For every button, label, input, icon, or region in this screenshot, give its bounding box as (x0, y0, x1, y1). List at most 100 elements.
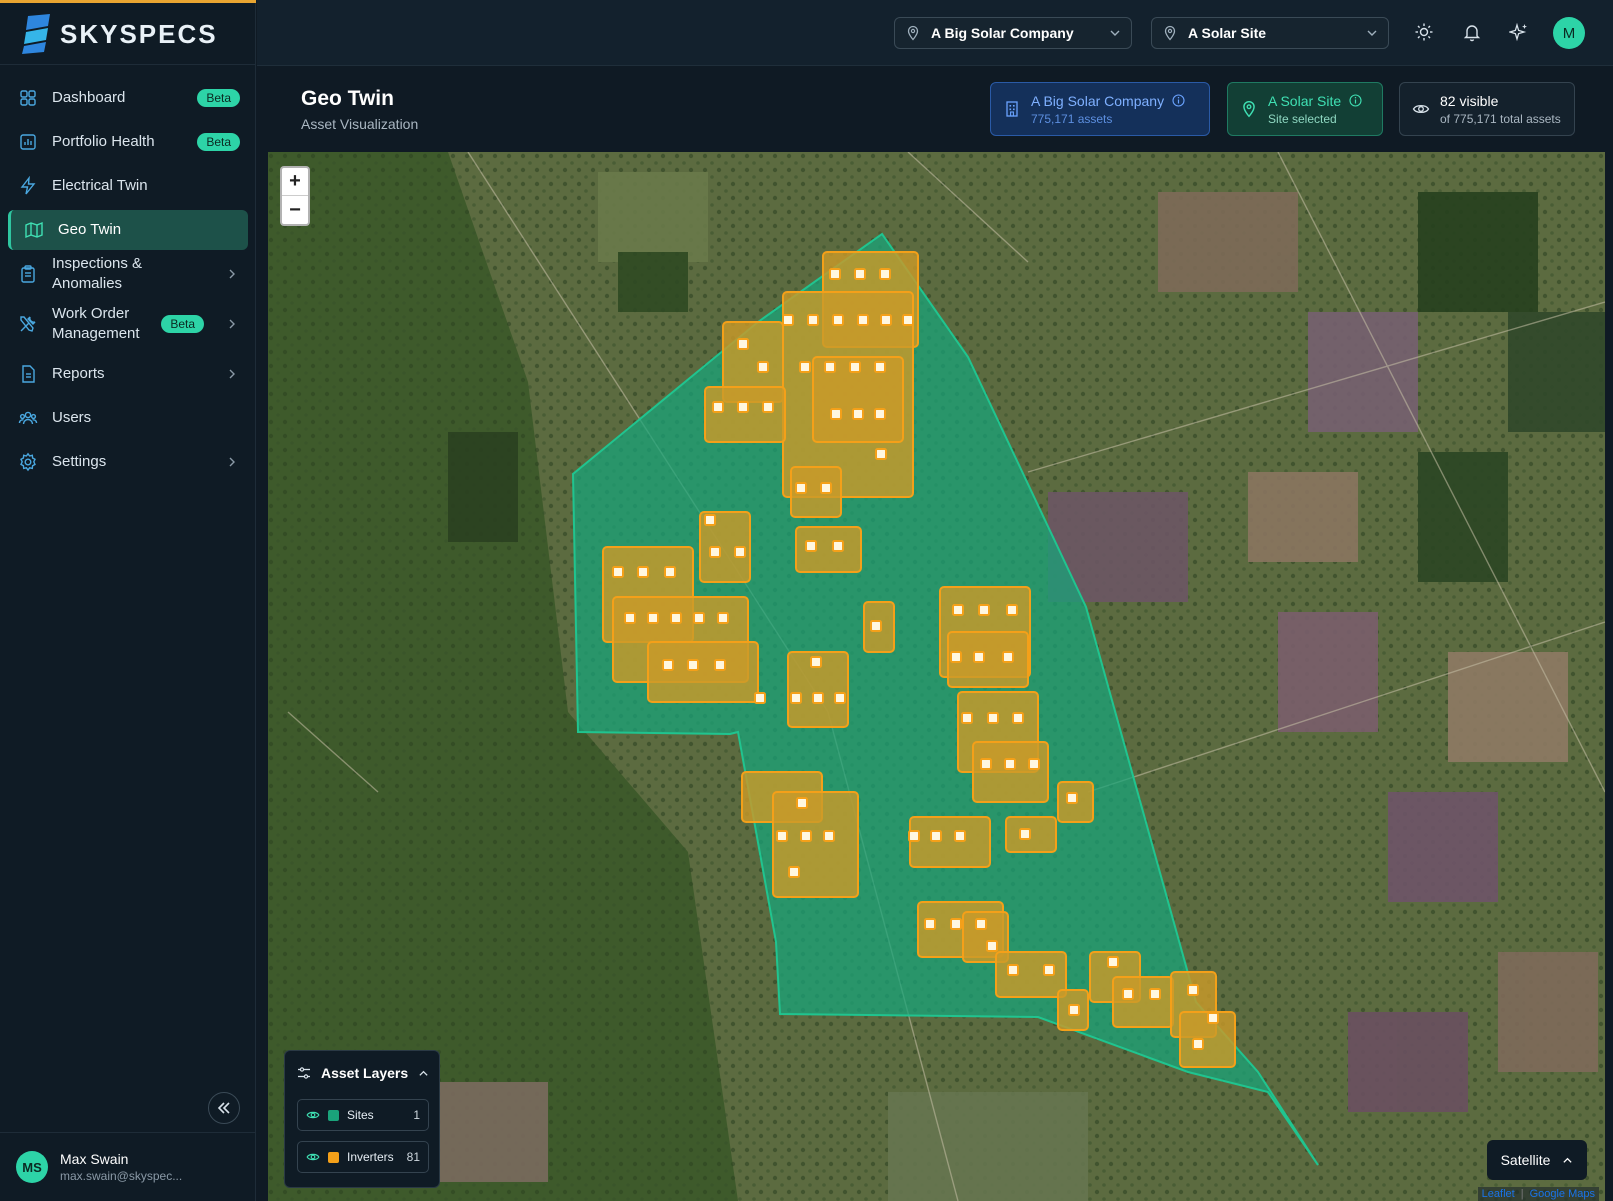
inverter-marker[interactable] (1207, 1012, 1219, 1024)
inverter-marker[interactable] (670, 612, 682, 624)
inverter-marker[interactable] (1002, 651, 1014, 663)
inverter-marker[interactable] (1012, 712, 1024, 724)
inverter-marker[interactable] (857, 314, 869, 326)
map-view[interactable]: + − Asset Layers Sites 1 Inverters 81 Sa… (268, 152, 1605, 1201)
site-select[interactable]: A Solar Site (1151, 17, 1389, 49)
inverter-marker[interactable] (870, 620, 882, 632)
zoom-out-button[interactable]: − (282, 196, 308, 224)
inverter-marker[interactable] (930, 830, 942, 842)
inverter-marker[interactable] (1192, 1038, 1204, 1050)
inverter-marker[interactable] (795, 482, 807, 494)
inverter-marker[interactable] (854, 268, 866, 280)
inverter-marker[interactable] (978, 604, 990, 616)
inverter-block[interactable] (972, 741, 1049, 803)
inverter-marker[interactable] (757, 361, 769, 373)
logo[interactable]: SKYSPECS (22, 10, 218, 58)
theme-toggle-button[interactable] (1412, 20, 1436, 44)
inverter-marker[interactable] (693, 612, 705, 624)
inverter-marker[interactable] (799, 361, 811, 373)
sidebar-item-electrical-twin[interactable]: Electrical Twin (8, 166, 248, 206)
inverter-marker[interactable] (1019, 828, 1031, 840)
inverter-marker[interactable] (879, 268, 891, 280)
inverter-marker[interactable] (830, 408, 842, 420)
inverter-marker[interactable] (712, 401, 724, 413)
inverter-marker[interactable] (834, 692, 846, 704)
inverter-marker[interactable] (737, 338, 749, 350)
company-select[interactable]: A Big Solar Company (894, 17, 1132, 49)
inverter-marker[interactable] (973, 651, 985, 663)
sidebar-item-settings[interactable]: Settings (8, 442, 248, 482)
inverter-marker[interactable] (664, 566, 676, 578)
inverter-block[interactable] (704, 386, 786, 443)
leaflet-link[interactable]: Leaflet (1482, 1188, 1515, 1200)
inverter-marker[interactable] (823, 830, 835, 842)
inverter-block[interactable] (1112, 976, 1174, 1028)
inverter-marker[interactable] (762, 401, 774, 413)
inverter-marker[interactable] (908, 830, 920, 842)
inverter-block[interactable] (772, 791, 859, 898)
inverter-marker[interactable] (637, 566, 649, 578)
account-avatar[interactable]: M (1553, 17, 1585, 49)
inverter-marker[interactable] (704, 514, 716, 526)
inverter-marker[interactable] (1006, 604, 1018, 616)
inverter-marker[interactable] (954, 830, 966, 842)
inverter-marker[interactable] (1122, 988, 1134, 1000)
inverter-marker[interactable] (950, 918, 962, 930)
inverter-marker[interactable] (687, 659, 699, 671)
company-chip[interactable]: A Big Solar Company 775,171 assets (990, 82, 1210, 136)
inverter-marker[interactable] (820, 482, 832, 494)
inverter-marker[interactable] (1007, 964, 1019, 976)
inverter-marker[interactable] (980, 758, 992, 770)
sidebar-item-portfolio-health[interactable]: Portfolio Health Beta (8, 122, 248, 162)
asset-layers-header[interactable]: Asset Layers (297, 1065, 429, 1081)
inverter-marker[interactable] (829, 268, 841, 280)
inverter-marker[interactable] (1066, 792, 1078, 804)
inverter-marker[interactable] (961, 712, 973, 724)
inverter-marker[interactable] (924, 918, 936, 930)
sidebar-item-users[interactable]: Users (8, 398, 248, 438)
inverter-marker[interactable] (647, 612, 659, 624)
inverter-marker[interactable] (709, 546, 721, 558)
inverter-marker[interactable] (852, 408, 864, 420)
inverter-marker[interactable] (1068, 1004, 1080, 1016)
ai-assistant-button[interactable] (1507, 20, 1531, 44)
zoom-in-button[interactable]: + (282, 168, 308, 196)
sidebar-item-reports[interactable]: Reports (8, 354, 248, 394)
notifications-button[interactable] (1460, 20, 1484, 44)
inverter-marker[interactable] (624, 612, 636, 624)
inverter-marker[interactable] (880, 314, 892, 326)
inverter-marker[interactable] (1149, 988, 1161, 1000)
inverter-marker[interactable] (662, 659, 674, 671)
provider-link[interactable]: Google Maps (1530, 1188, 1595, 1200)
sidebar-item-geo-twin[interactable]: Geo Twin (8, 210, 248, 250)
inverter-marker[interactable] (986, 940, 998, 952)
inverter-marker[interactable] (832, 540, 844, 552)
inverter-marker[interactable] (1028, 758, 1040, 770)
inverter-block[interactable] (909, 816, 991, 868)
site-chip[interactable]: A Solar Site Site selected (1227, 82, 1383, 136)
inverter-marker[interactable] (717, 612, 729, 624)
inverter-marker[interactable] (952, 604, 964, 616)
inverter-marker[interactable] (807, 314, 819, 326)
inverter-marker[interactable] (1004, 758, 1016, 770)
inverter-marker[interactable] (950, 651, 962, 663)
inverter-marker[interactable] (987, 712, 999, 724)
sidebar-item-inspections-anomalies[interactable]: Inspections & Anomalies (8, 254, 248, 294)
inverter-marker[interactable] (754, 692, 766, 704)
inverter-marker[interactable] (796, 797, 808, 809)
inverter-marker[interactable] (714, 659, 726, 671)
inverter-marker[interactable] (800, 830, 812, 842)
inverter-marker[interactable] (902, 314, 914, 326)
inverter-marker[interactable] (805, 540, 817, 552)
inverter-marker[interactable] (874, 361, 886, 373)
inverter-marker[interactable] (975, 918, 987, 930)
inverter-marker[interactable] (849, 361, 861, 373)
inverter-marker[interactable] (734, 546, 746, 558)
inverter-block[interactable] (647, 641, 759, 703)
inverter-marker[interactable] (874, 408, 886, 420)
inverter-marker[interactable] (788, 866, 800, 878)
inverter-marker[interactable] (737, 401, 749, 413)
inverter-marker[interactable] (832, 314, 844, 326)
inverter-marker[interactable] (782, 314, 794, 326)
sidebar-item-work-order-management[interactable]: Work Order Management Beta (8, 298, 248, 350)
